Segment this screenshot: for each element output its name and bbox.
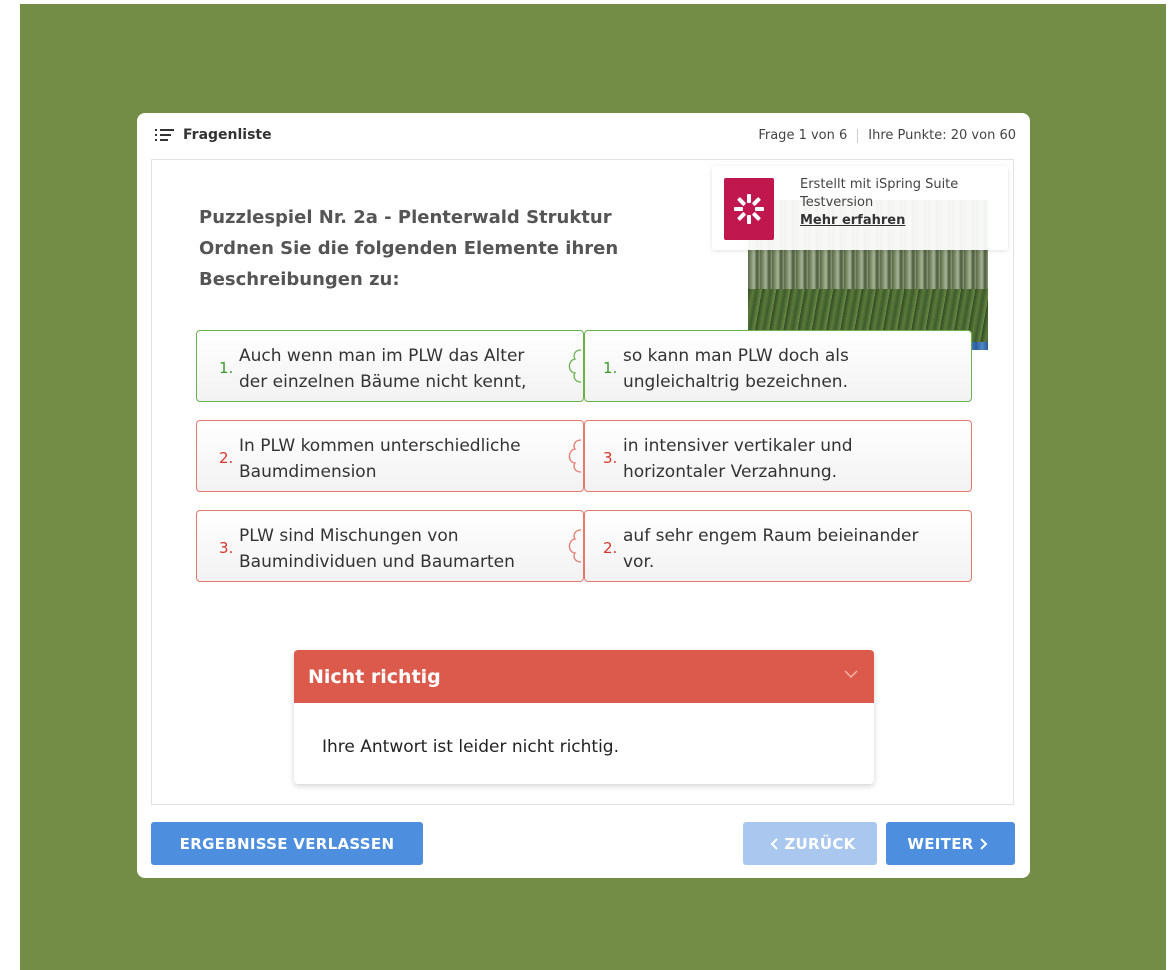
piece-text-line: der einzelnen Bäume nicht kennt, [239,372,527,392]
list-icon [155,129,174,141]
back-button[interactable]: ZURÜCK [743,822,877,865]
exit-results-label: ERGEBNISSE VERLASSEN [179,834,395,853]
puzzle-piece-right[interactable]: 1. so kann man PLW doch als ungleichaltr… [584,330,972,402]
feedback-title: Nicht richtig [308,665,441,688]
piece-number: 2. [603,539,618,557]
puzzle-pair-3: 3. PLW sind Mischungen von Baumindividue… [196,510,972,582]
watermark-line-1: Erstellt mit iSpring Suite [800,177,959,192]
feedback-message: Ihre Antwort ist leider nicht richtig. [322,737,620,757]
ispring-logo-icon [724,178,774,240]
piece-text-line: ungleichaltrig bezeichnen. [623,372,848,392]
puzzle-pair-1: 1. Auch wenn man im PLW das Alter der ei… [196,330,972,402]
watermark-text: Erstellt mit iSpring Suite Testversion M… [800,176,958,230]
next-label: WEITER [907,834,974,853]
learn-more-link[interactable]: Mehr erfahren [800,212,958,230]
top-bar: Fragenliste Frage 1 von 6 Ihre Punkte: 2… [137,113,1030,159]
question-list-button[interactable]: Fragenliste [155,127,272,143]
puzzle-connector-icon [568,529,582,563]
question-counter: Frage 1 von 6 [758,128,848,143]
piece-text-line: horizontaler Verzahnung. [623,462,838,482]
piece-text-line: Baumindividuen und Baumarten [239,552,515,572]
question-line-2: Ordnen Sie die folgenden Elemente ihren [199,238,619,259]
feedback-panel: Nicht richtig Ihre Antwort ist leider ni… [294,650,874,784]
chevron-down-icon[interactable] [844,670,858,679]
chevron-left-icon [770,837,779,850]
trial-watermark: Erstellt mit iSpring Suite Testversion M… [712,166,1008,250]
next-button[interactable]: WEITER [886,822,1015,865]
piece-number: 1. [603,359,618,377]
question-list-label: Fragenliste [183,127,272,143]
chevron-right-icon [979,837,988,850]
puzzle-piece-left[interactable]: 2. In PLW kommen unterschiedliche Baumdi… [196,420,584,492]
puzzle-connector-icon [568,439,582,473]
background: Fragenliste Frage 1 von 6 Ihre Punkte: 2… [20,4,1166,970]
question-line-3: Beschreibungen zu: [199,269,400,290]
piece-number: 2. [219,449,234,467]
question-title: Puzzlespiel Nr. 2a - Plenterwald Struktu… [199,207,612,228]
feedback-header: Nicht richtig [294,650,874,703]
puzzle-piece-left[interactable]: 3. PLW sind Mischungen von Baumindividue… [196,510,584,582]
puzzle-pair-2: 2. In PLW kommen unterschiedliche Baumdi… [196,420,972,492]
puzzle-piece-right[interactable]: 3. in intensiver vertikaler und horizont… [584,420,972,492]
back-label: ZURÜCK [784,834,856,853]
piece-text: auf sehr engem Raum beieinander vor. [623,523,918,575]
piece-text-line: In PLW kommen unterschiedliche [239,436,521,456]
piece-text: Auch wenn man im PLW das Alter der einze… [239,343,526,395]
piece-text: In PLW kommen unterschiedliche Baumdimen… [239,433,521,485]
question-area: Puzzlespiel Nr. 2a - Plenterwald Struktu… [151,159,1014,805]
piece-text-line: so kann man PLW doch als [623,346,849,366]
piece-text-line: in intensiver vertikaler und [623,436,853,456]
puzzle-piece-left[interactable]: 1. Auch wenn man im PLW das Alter der ei… [196,330,584,402]
watermark-line-2: Testversion [800,195,874,210]
piece-text-line: Baumdimension [239,462,377,482]
puzzle-connector-icon [568,349,582,383]
question-text: Puzzlespiel Nr. 2a - Plenterwald Struktu… [199,202,669,295]
piece-text: so kann man PLW doch als ungleichaltrig … [623,343,849,395]
exit-results-button[interactable]: ERGEBNISSE VERLASSEN [151,822,423,865]
score: Ihre Punkte: 20 von 60 [868,128,1016,143]
piece-text-line: Auch wenn man im PLW das Alter [239,346,525,366]
progress-info: Frage 1 von 6 Ihre Punkte: 20 von 60 [758,128,1016,143]
quiz-player: Fragenliste Frage 1 von 6 Ihre Punkte: 2… [137,113,1030,878]
piece-text-line: PLW sind Mischungen von [239,526,459,546]
divider [857,128,859,143]
piece-text: in intensiver vertikaler und horizontale… [623,433,853,485]
piece-number: 3. [219,539,234,557]
piece-text: PLW sind Mischungen von Baumindividuen u… [239,523,515,575]
piece-number: 1. [219,359,234,377]
piece-text-line: vor. [623,552,655,572]
piece-number: 3. [603,449,618,467]
puzzle-piece-right[interactable]: 2. auf sehr engem Raum beieinander vor. [584,510,972,582]
piece-text-line: auf sehr engem Raum beieinander [623,526,919,546]
